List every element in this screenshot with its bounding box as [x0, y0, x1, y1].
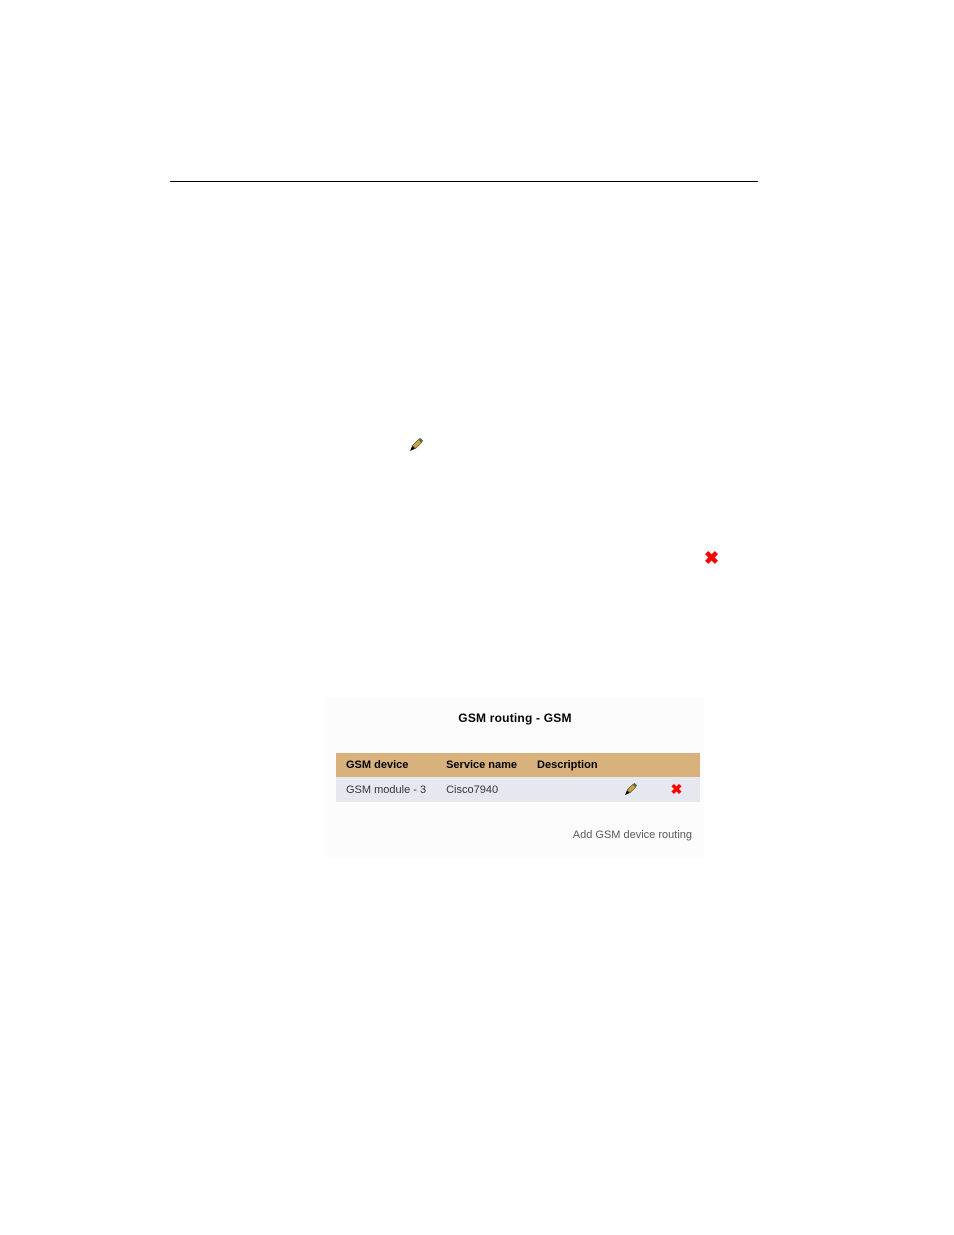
gsm-routing-table: GSM device Service name Description GSM …	[336, 753, 700, 802]
cell-service: Cisco7940	[436, 777, 527, 802]
delete-x-icon: ✖	[671, 781, 683, 797]
add-device-routing-link[interactable]: Add GSM device routing	[573, 829, 692, 841]
table-header-row: GSM device Service name Description	[336, 753, 700, 777]
table-row: GSM module - 3 Cisco7940 ✖	[336, 777, 700, 802]
pencil-icon	[618, 783, 644, 796]
delete-x-icon: ✖	[704, 549, 719, 567]
col-device: GSM device	[336, 753, 436, 777]
cell-device: GSM module - 3	[336, 777, 436, 802]
gsm-routing-panel: GSM routing - GSM GSM device Service nam…	[326, 697, 704, 857]
col-service: Service name	[436, 753, 527, 777]
panel-title: GSM routing - GSM	[326, 711, 704, 725]
horizontal-rule	[170, 181, 758, 182]
col-desc: Description	[527, 753, 608, 777]
cell-desc	[527, 777, 608, 802]
edit-row-button[interactable]	[608, 777, 654, 802]
col-edit	[608, 753, 654, 777]
col-delete	[654, 753, 700, 777]
delete-row-button[interactable]: ✖	[654, 777, 700, 802]
pencil-icon	[409, 438, 423, 452]
